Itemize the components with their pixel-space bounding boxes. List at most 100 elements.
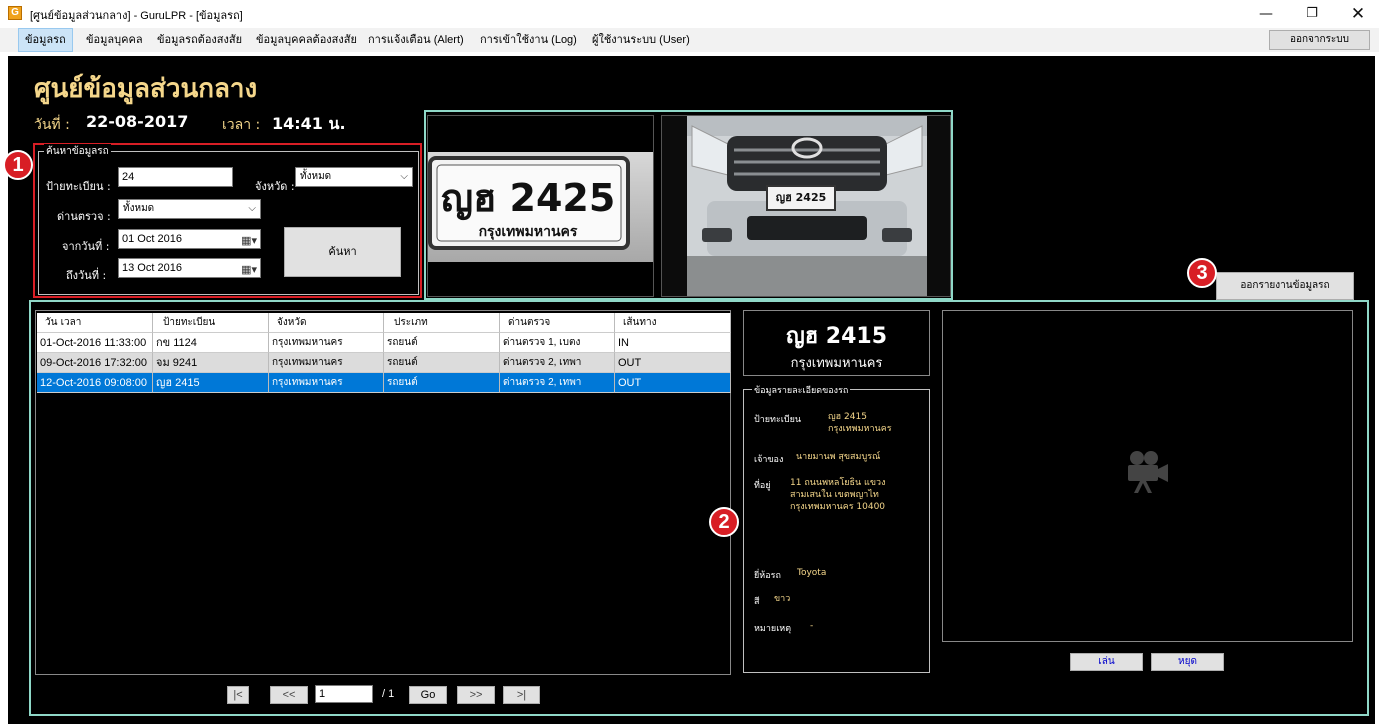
cell-datetime: 01-Oct-2016 11:33:00 — [37, 333, 153, 353]
vehicle-front-image: ญฮ 2425 — [661, 115, 951, 297]
cell-province: กรุงเทพมหานคร — [269, 353, 384, 373]
menu-item-suspect-vehicle[interactable]: ข้อมูลรถต้องสงสัย — [151, 28, 248, 52]
page-total: / 1 — [382, 688, 395, 700]
menu-item-vehicle-data[interactable]: ข้อมูลรถ — [18, 28, 73, 52]
search-group-legend: ค้นหาข้อมูลรถ — [44, 144, 111, 159]
detail-plate-label: ป้ายทะเบียน — [754, 415, 802, 425]
restore-button[interactable]: ❐ — [1289, 0, 1335, 28]
page-number-input[interactable]: 1 — [315, 685, 373, 703]
province-label: จังหวัด : — [255, 180, 295, 193]
export-report-button[interactable]: ออกรายงานข้อมูลรถ — [1216, 272, 1354, 300]
time-label: เวลา : — [222, 117, 261, 133]
from-date-picker[interactable]: 01 Oct 2016 ▦▾ — [118, 229, 261, 249]
cell-plate: ญฮ 2415 — [153, 373, 269, 393]
column-header-province[interactable]: จังหวัด — [269, 313, 384, 333]
detail-brand-label: ยี่ห้อรถ — [754, 571, 781, 581]
cell-checkpoint: ด่านตรวจ 2, เทพา — [500, 353, 615, 373]
table-row[interactable]: 09-Oct-2016 17:32:00 จม 9241 กรุงเทพมหาน… — [37, 353, 731, 373]
column-header-type[interactable]: ประเภท — [384, 313, 500, 333]
menu-item-alert[interactable]: การแจ้งเตือน (Alert) — [362, 28, 470, 52]
cell-type: รถยนต์ — [384, 333, 500, 353]
calendar-icon: ▦▾ — [241, 264, 257, 276]
menu-item-person-data[interactable]: ข้อมูลบุคคล — [80, 28, 149, 52]
column-header-plate[interactable]: ป้ายทะเบียน — [153, 313, 269, 333]
from-date-value: 01 Oct 2016 — [122, 233, 182, 245]
date-value: 22-08-2017 — [86, 112, 189, 131]
previous-page-button[interactable]: << — [270, 686, 308, 704]
from-date-label: จากวันที่ : — [62, 240, 110, 253]
column-header-datetime[interactable]: วัน เวลา — [37, 313, 153, 333]
cell-province: กรุงเทพมหานคร — [269, 373, 384, 393]
column-header-checkpoint[interactable]: ด่านตรวจ — [500, 313, 615, 333]
callout-badge-3: 3 — [1187, 258, 1217, 288]
cell-plate: กข 1124 — [153, 333, 269, 353]
cell-checkpoint: ด่านตรวจ 2, เทพา — [500, 373, 615, 393]
window-title: [ศูนย์ข้อมูลส่วนกลาง] - GuruLPR - [ข้อมู… — [30, 10, 243, 22]
results-table[interactable]: วัน เวลา ป้ายทะเบียน จังหวัด ประเภท ด่าน… — [35, 310, 731, 675]
app-window: G [ศูนย์ข้อมูลส่วนกลาง] - GuruLPR - [ข้อ… — [0, 0, 1379, 728]
detail-color-label: สี — [754, 597, 760, 607]
title-bar: G [ศูนย์ข้อมูลส่วนกลาง] - GuruLPR - [ข้อ… — [0, 0, 1379, 28]
detail-address-label: ที่อยู่ — [754, 481, 771, 491]
province-select-value: ทั้งหมด — [300, 171, 332, 182]
stop-button[interactable]: หยุด — [1151, 653, 1224, 671]
detail-color-value: ขาว — [774, 594, 791, 604]
detail-owner-label: เจ้าของ — [754, 455, 784, 465]
play-button[interactable]: เล่น — [1070, 653, 1143, 671]
plate-summary-number: ญฮ 2415 — [785, 324, 888, 349]
checkpoint-select[interactable]: ทั้งหมด ⌵ — [118, 199, 261, 219]
date-label: วันที่ : — [34, 117, 70, 133]
minimize-button[interactable]: — — [1243, 0, 1289, 28]
callout-badge-1: 1 — [3, 150, 33, 180]
detail-brand-value: Toyota — [797, 568, 827, 578]
go-button[interactable]: Go — [409, 686, 447, 704]
table-row[interactable]: 01-Oct-2016 11:33:00 กข 1124 กรุงเทพมหาน… — [37, 333, 731, 353]
plate-closeup-text: ญฮ 2425 — [441, 176, 616, 220]
vehicle-detail-legend: ข้อมูลรายละเอียดของรถ — [752, 383, 851, 397]
table-header: วัน เวลา ป้ายทะเบียน จังหวัด ประเภท ด่าน… — [37, 313, 731, 333]
plate-closeup-province: กรุงเทพมหานคร — [479, 224, 578, 240]
plate-input[interactable]: 24 — [118, 167, 233, 187]
cell-plate: จม 9241 — [153, 353, 269, 373]
menu-item-suspect-person[interactable]: ข้อมูลบุคคลต้องสงสัย — [250, 28, 363, 52]
detail-owner-value: นายมานพ สุขสมบูรณ์ — [796, 452, 881, 462]
cell-direction: OUT — [615, 373, 731, 393]
menu-item-user[interactable]: ผู้ใช้งานระบบ (User) — [586, 28, 696, 52]
cell-direction: OUT — [615, 353, 731, 373]
logout-button[interactable]: ออกจากระบบ — [1269, 30, 1370, 50]
to-date-label: ถึงวันที่ : — [66, 269, 107, 282]
detail-note-value: - — [810, 621, 814, 631]
column-header-direction[interactable]: เส้นทาง — [615, 313, 731, 333]
search-button[interactable]: ค้นหา — [284, 227, 401, 277]
chevron-down-icon: ⌵ — [248, 203, 256, 214]
plate-summary-province: กรุงเทพมหานคร — [790, 356, 883, 371]
to-date-value: 13 Oct 2016 — [122, 262, 182, 274]
calendar-icon: ▦▾ — [241, 235, 257, 247]
time-value: 14:41 น. — [272, 114, 346, 133]
cell-type: รถยนต์ — [384, 353, 500, 373]
plate-closeup-image: ญฮ 2425 กรุงเทพมหานคร — [427, 115, 654, 297]
first-page-button[interactable]: |< — [227, 686, 249, 704]
province-select[interactable]: ทั้งหมด ⌵ — [295, 167, 413, 187]
detail-note-label: หมายเหตุ — [754, 624, 792, 634]
checkpoint-select-value: ทั้งหมด — [123, 203, 155, 214]
next-page-button[interactable]: >> — [457, 686, 495, 704]
vehicle-plate-text: ญฮ 2425 — [776, 191, 827, 204]
detail-plate-value: ญฮ 2415 กรุงเทพมหานคร — [828, 412, 892, 434]
checkpoint-label: ด่านตรวจ : — [57, 210, 111, 223]
menu-bar: ข้อมูลรถ ข้อมูลบุคคล ข้อมูลรถต้องสงสัย ข… — [0, 28, 1379, 52]
cell-province: กรุงเทพมหานคร — [269, 333, 384, 353]
cell-datetime: 09-Oct-2016 17:32:00 — [37, 353, 153, 373]
app-icon[interactable]: G — [8, 6, 22, 20]
cell-type: รถยนต์ — [384, 373, 500, 393]
table-row-selected[interactable]: 12-Oct-2016 09:08:00 ญฮ 2415 กรุงเทพมหาน… — [37, 373, 731, 393]
video-player[interactable] — [942, 310, 1353, 642]
to-date-picker[interactable]: 13 Oct 2016 ▦▾ — [118, 258, 261, 278]
chevron-down-icon: ⌵ — [400, 171, 408, 182]
detail-address-value: 11 ถนนพหลโยธิน แขวง สามเสนใน เขตพญาไท กร… — [790, 478, 886, 512]
last-page-button[interactable]: >| — [503, 686, 540, 704]
menu-item-log[interactable]: การเข้าใช้งาน (Log) — [474, 28, 583, 52]
cell-datetime: 12-Oct-2016 09:08:00 — [37, 373, 153, 393]
close-button[interactable]: ✕ — [1335, 0, 1379, 28]
callout-badge-2: 2 — [709, 507, 739, 537]
